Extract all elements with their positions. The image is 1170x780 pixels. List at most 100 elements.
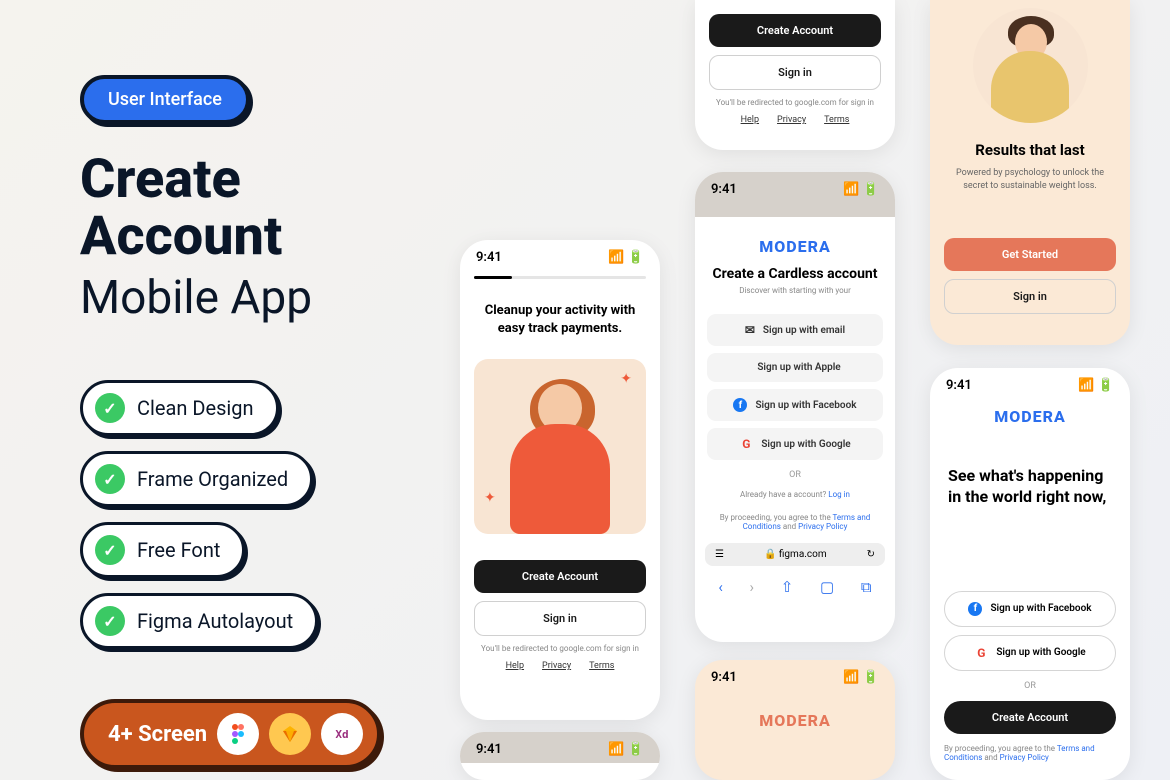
signup-apple-button[interactable]: Sign up with Apple — [707, 353, 883, 382]
privacy-link[interactable]: Privacy Policy — [798, 522, 847, 531]
redirect-note: You'll be redirected to google.com for s… — [474, 644, 646, 653]
sparkle-icon: ✦ — [620, 371, 632, 387]
url-text: 🔒 figma.com — [764, 549, 827, 560]
feature-pill: ✓ Figma Autolayout — [80, 593, 318, 649]
back-icon[interactable]: ‹ — [718, 578, 723, 596]
status-time: 9:41 — [476, 742, 502, 757]
phone-signup: 9:41 📶 🔋 MODERA Create a Cardless account… — [695, 172, 895, 642]
privacy-link[interactable]: Privacy — [777, 115, 806, 125]
phone-partial: 9:41 📶 🔋 — [460, 732, 660, 780]
terms-link[interactable]: Terms — [824, 115, 849, 125]
or-divider: OR — [930, 681, 1130, 691]
reader-icon: ☰ — [715, 549, 724, 560]
terms-note: By proceeding, you agree to the Terms an… — [944, 744, 1116, 762]
button-label: Sign up with Facebook — [755, 400, 856, 411]
button-label: Sign up with Google — [761, 439, 850, 450]
privacy-link[interactable]: Privacy — [542, 661, 571, 671]
help-link[interactable]: Help — [741, 115, 759, 125]
button-label: Sign up with Apple — [757, 362, 840, 373]
feature-pill: ✓ Frame Organized — [80, 451, 313, 507]
or-divider: OR — [695, 470, 895, 480]
pill-label: Free Font — [137, 538, 220, 562]
reload-icon[interactable]: ↻ — [867, 549, 875, 560]
main-subtitle: Mobile App — [80, 271, 450, 325]
check-icon: ✓ — [95, 606, 125, 636]
already-account: Already have a account? Log in — [709, 490, 881, 499]
check-icon: ✓ — [95, 393, 125, 423]
status-icons: 📶 🔋 — [843, 182, 879, 197]
login-link[interactable]: Log in — [828, 490, 850, 499]
signup-email-button[interactable]: ✉ Sign up with email — [707, 314, 883, 346]
feature-pill: ✓ Free Font — [80, 522, 245, 578]
google-icon: G — [974, 646, 988, 660]
create-account-button[interactable]: Create Account — [709, 14, 881, 47]
button-label: Sign up with Google — [996, 647, 1085, 658]
signin-button[interactable]: Sign in — [474, 601, 646, 636]
status-icons: 📶 🔋 — [608, 250, 644, 265]
feature-pill: ✓ Clean Design — [80, 380, 279, 436]
results-title: Results that last — [930, 141, 1130, 159]
check-icon: ✓ — [95, 464, 125, 494]
onboarding-heading: Cleanup your activity with easy track pa… — [460, 284, 660, 351]
create-account-button[interactable]: Create Account — [944, 701, 1116, 734]
facebook-icon: f — [733, 398, 747, 412]
button-label: Sign up with Facebook — [990, 603, 1091, 614]
signup-facebook-button[interactable]: f Sign up with Facebook — [944, 591, 1116, 627]
phone-happening: 9:41 📶 🔋 MODERA See what's happening in t… — [930, 368, 1130, 780]
phone-onboarding: 9:41 📶 🔋 Cleanup your activity with easy … — [460, 240, 660, 720]
check-icon: ✓ — [95, 535, 125, 565]
results-subtitle: Powered by psychology to unlock the secr… — [948, 167, 1112, 192]
sketch-icon — [269, 713, 311, 755]
help-link[interactable]: Help — [506, 661, 524, 671]
modera-logo: MODERA — [930, 399, 1130, 436]
status-time: 9:41 — [711, 182, 737, 197]
figma-icon — [217, 713, 259, 755]
terms-note: By proceeding, you agree to the Terms an… — [709, 513, 881, 531]
progress-bar — [474, 276, 646, 279]
phone-results: Results that last Powered by psychology … — [930, 0, 1130, 345]
tabs-icon[interactable]: ⧉ — [861, 578, 872, 596]
screen-count-badge: 4+ Screen Xd — [80, 699, 381, 769]
status-time: 9:41 — [946, 378, 972, 393]
google-icon: G — [739, 437, 753, 451]
phone-partial-top: Create Account Sign in You'll be redirec… — [695, 0, 895, 150]
signup-google-button[interactable]: G Sign up with Google — [944, 635, 1116, 671]
redirect-note: You'll be redirected to google.com for s… — [709, 98, 881, 107]
main-title: Create Account — [80, 152, 450, 265]
button-label: Sign up with email — [763, 325, 845, 336]
screen-count-label: 4+ Screen — [108, 722, 207, 747]
sparkle-icon: ✦ — [484, 490, 496, 506]
bookmarks-icon[interactable]: ▢ — [820, 578, 834, 596]
signup-google-button[interactable]: G Sign up with Google — [707, 428, 883, 460]
forward-icon: › — [750, 578, 755, 596]
create-account-button[interactable]: Create Account — [474, 560, 646, 593]
status-icons: 📶 🔋 — [843, 670, 879, 685]
xd-icon: Xd — [321, 713, 363, 755]
happening-heading: See what's happening in the world right … — [930, 436, 1130, 518]
status-icons: 📶 🔋 — [1078, 378, 1114, 393]
signup-facebook-button[interactable]: f Sign up with Facebook — [707, 389, 883, 421]
modera-logo: MODERA — [695, 217, 895, 266]
ui-badge: User Interface — [80, 75, 250, 124]
email-icon: ✉ — [745, 323, 755, 337]
facebook-icon: f — [968, 602, 982, 616]
signin-button[interactable]: Sign in — [944, 279, 1116, 314]
pill-label: Clean Design — [137, 396, 254, 420]
status-time: 9:41 — [476, 250, 502, 265]
privacy-link[interactable]: Privacy Policy — [1000, 753, 1049, 762]
signup-subtitle: Discover with starting with your — [709, 286, 881, 295]
illustration: ✦ ✦ — [474, 359, 646, 534]
avatar — [973, 8, 1088, 123]
phone-partial-bottom: 9:41 📶 🔋 MODERA — [695, 660, 895, 780]
terms-link[interactable]: Terms — [589, 661, 614, 671]
status-time: 9:41 — [711, 670, 737, 685]
pill-label: Frame Organized — [137, 467, 288, 491]
status-icons: 📶 🔋 — [608, 742, 644, 757]
pill-label: Figma Autolayout — [137, 609, 293, 633]
browser-url-bar[interactable]: ☰ 🔒 figma.com ↻ — [705, 543, 885, 566]
signin-button[interactable]: Sign in — [709, 55, 881, 90]
modera-logo: MODERA — [695, 691, 895, 740]
get-started-button[interactable]: Get Started — [944, 238, 1116, 271]
signup-title: Create a Cardless account — [695, 266, 895, 282]
share-icon[interactable]: ⇧ — [781, 578, 794, 596]
